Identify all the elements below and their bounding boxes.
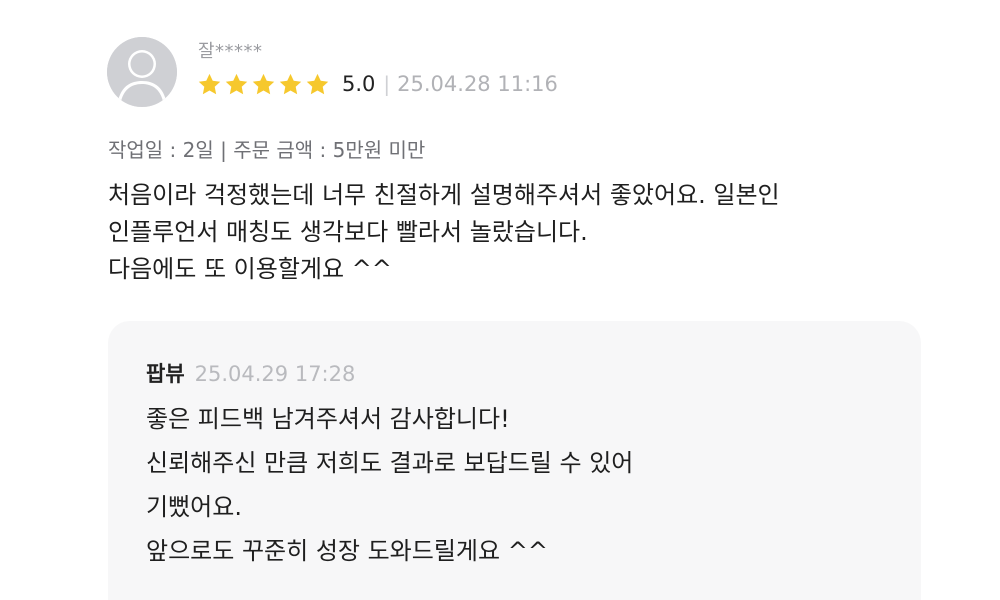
star-icon: [279, 73, 302, 94]
rating-row: 5.0 | 25.04.28 11:16: [197, 68, 558, 100]
reply-date: 25.04.29 17:28: [194, 362, 356, 386]
review-text: 처음이라 걱정했는데 너무 친절하게 설명해주셔서 좋았어요. 일본인 인플루언…: [108, 177, 928, 288]
seller-reply: 팝뷰 25.04.29 17:28 좋은 피드백 남겨주셔서 감사합니다! 신뢰…: [108, 321, 921, 600]
review-text-line: 다음에도 또 이용할게요 ^^: [108, 255, 392, 283]
default-user-icon: [107, 37, 177, 107]
reply-text-line: 좋은 피드백 남겨주셔서 감사합니다!: [146, 405, 510, 433]
reply-text: 좋은 피드백 남겨주셔서 감사합니다! 신뢰해주신 만큼 저희도 결과로 보답드…: [146, 397, 633, 573]
avatar: [107, 37, 177, 107]
star-rating: [197, 72, 332, 97]
reply-author: 팝뷰: [146, 362, 185, 386]
star-icon: [252, 73, 275, 94]
reviewer-name: 잘*****: [198, 41, 263, 62]
review-text-line: 처음이라 걱정했는데 너무 친절하게 설명해주셔서 좋았어요. 일본인: [108, 181, 780, 209]
review-date: 25.04.28 11:16: [397, 72, 558, 96]
rating-score: 5.0: [342, 72, 376, 96]
review-text-line: 인플루언서 매칭도 생각보다 빨라서 놀랐습니다.: [108, 218, 588, 246]
divider: |: [383, 72, 391, 96]
star-icon: [225, 73, 248, 94]
order-meta: 작업일 : 2일 | 주문 금액 : 5만원 미만: [108, 138, 426, 162]
review-card: 잘***** 5.0 | 25.04.28 11:16 작업일 : 2일 | 주…: [0, 0, 1000, 600]
reply-header: 팝뷰 25.04.29 17:28: [146, 358, 355, 388]
reply-text-line: 신뢰해주신 만큼 저희도 결과로 보답드릴 수 있어: [146, 449, 634, 477]
reply-text-line: 기뻤어요.: [146, 493, 242, 521]
reply-text-line: 앞으로도 꾸준히 성장 도와드릴게요 ^^: [146, 537, 548, 565]
star-icon: [198, 73, 221, 94]
star-icon: [306, 73, 329, 94]
